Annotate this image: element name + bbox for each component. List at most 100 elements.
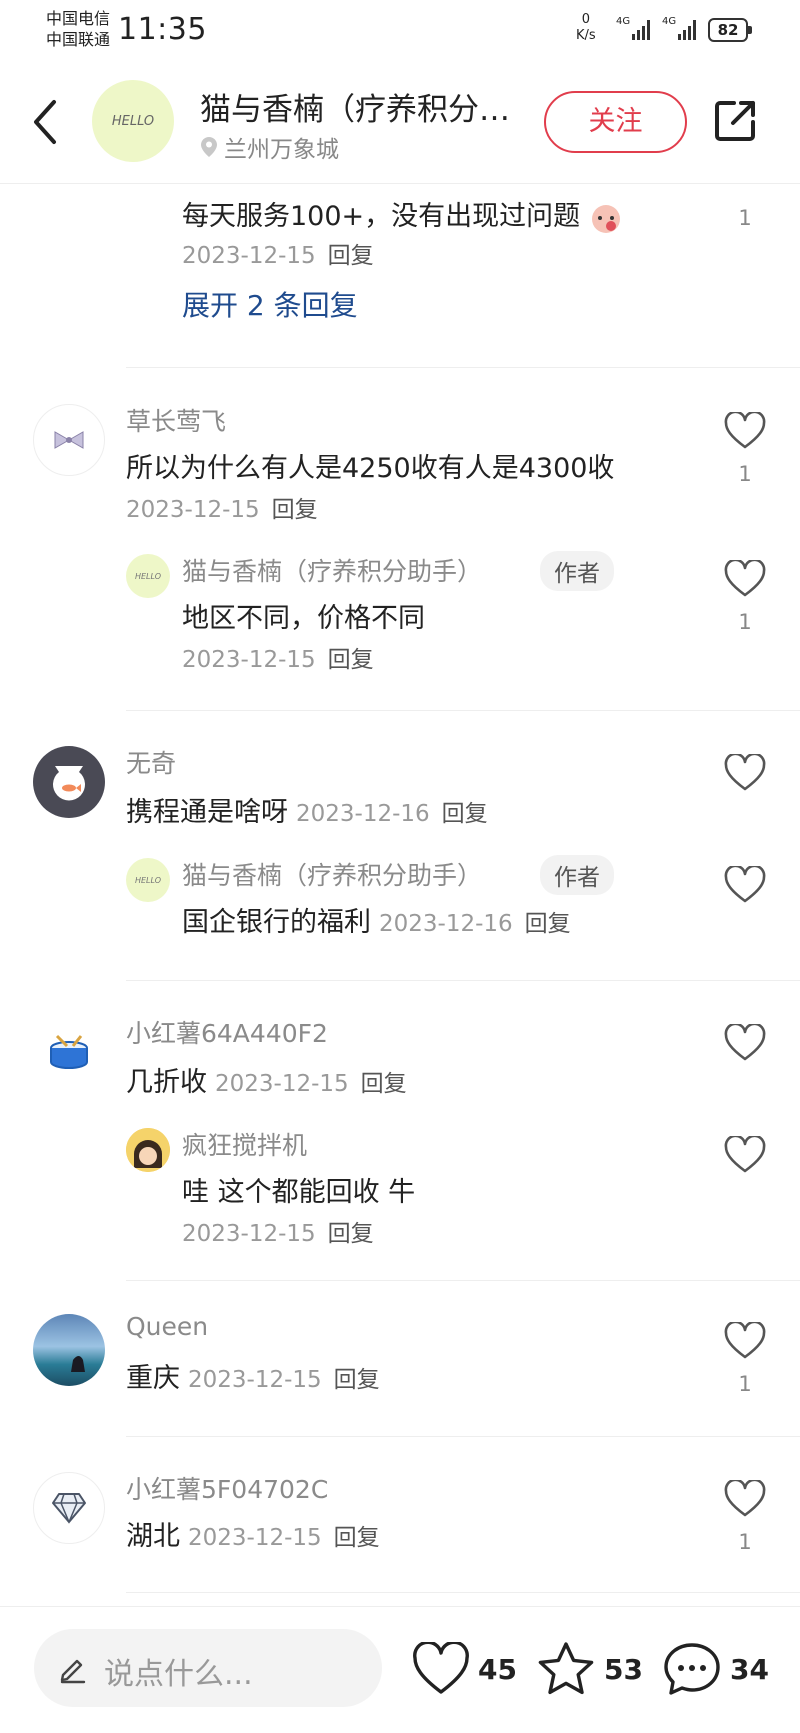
heart-icon[interactable] xyxy=(724,1480,766,1518)
comment-username[interactable]: 无奇 xyxy=(126,744,176,780)
expand-replies-link[interactable]: 展开 2 条回复 xyxy=(182,284,358,324)
reply-date-value: 2023-12-16 xyxy=(379,911,513,937)
comment-username[interactable]: 草长莺飞 xyxy=(126,402,226,438)
comment-text-content: 湖北 xyxy=(126,1521,180,1552)
like-count: 1 xyxy=(738,610,752,634)
reply-text-content: 国企银行的福利 xyxy=(182,907,371,938)
reply-username[interactable]: 猫与香楠（疗养积分助手） xyxy=(182,856,482,892)
like-button[interactable]: 45 xyxy=(412,1637,517,1701)
location-label: 兰州万象城 xyxy=(224,137,339,163)
divider xyxy=(126,710,800,711)
comment-date-value: 2023-12-15 xyxy=(188,1525,322,1551)
reply-link[interactable]: 回复 xyxy=(334,1367,380,1393)
like-count: 1 xyxy=(738,1372,752,1396)
divider xyxy=(126,980,800,981)
divider xyxy=(126,1436,800,1437)
back-arrow-icon[interactable] xyxy=(28,96,64,148)
comment-date: 2023-12-15 回复 xyxy=(182,236,374,270)
comment-text-content: 每天服务100+，没有出现过问题 xyxy=(182,201,581,232)
heart-icon[interactable] xyxy=(724,754,766,792)
user-avatar[interactable] xyxy=(33,1314,105,1386)
share-icon[interactable] xyxy=(712,98,758,144)
heart-icon xyxy=(413,1642,469,1694)
reply-link[interactable]: 回复 xyxy=(525,911,571,937)
like-count-total: 45 xyxy=(478,1652,517,1686)
reply-date-value: 2023-12-15 xyxy=(182,647,316,673)
follow-button[interactable]: 关注 xyxy=(544,91,687,153)
reply-avatar[interactable]: HELLO xyxy=(126,858,170,902)
comment-date-value: 2023-12-15 xyxy=(215,1071,349,1097)
signal-icon-2: 4G xyxy=(662,16,696,40)
divider xyxy=(126,1280,800,1281)
heart-icon[interactable] xyxy=(724,866,766,904)
reply-link[interactable]: 回复 xyxy=(328,243,374,269)
reply-link[interactable]: 回复 xyxy=(334,1525,380,1551)
comment-text: 每天服务100+，没有出现过问题 xyxy=(182,194,623,235)
reply-text: 地区不同，价格不同 xyxy=(182,603,425,634)
comment-button[interactable]: 34 xyxy=(662,1637,769,1701)
reply-link[interactable]: 回复 xyxy=(328,647,374,673)
divider xyxy=(126,1592,800,1593)
reply-link[interactable]: 回复 xyxy=(442,801,488,827)
reply-link[interactable]: 回复 xyxy=(272,497,318,523)
status-bar: 中国电信 中国联通 11:35 0 K/s 4G 4G 82 xyxy=(0,0,800,60)
pencil-icon xyxy=(60,1659,86,1684)
comment-date-value: 2023-12-15 xyxy=(188,1367,322,1393)
heart-icon[interactable] xyxy=(724,1322,766,1360)
user-avatar[interactable] xyxy=(33,404,105,476)
reply-text: 哇 这个都能回收 牛 xyxy=(182,1177,416,1208)
comment-text-content: 几折收 xyxy=(126,1067,207,1098)
heart-icon[interactable] xyxy=(724,1136,766,1174)
comment-list: 每天服务100+，没有出现过问题 2023-12-15 回复 1 展开 2 条回复… xyxy=(0,184,800,1606)
location[interactable]: 兰州万象城 xyxy=(200,130,339,164)
reply-link[interactable]: 回复 xyxy=(328,1221,374,1247)
comment-text: 湖北 2023-12-15 回复 xyxy=(126,1514,380,1553)
like-count: 1 xyxy=(738,462,752,486)
comment-count-total: 34 xyxy=(730,1652,769,1686)
user-avatar[interactable] xyxy=(33,1472,105,1544)
comment-username[interactable]: 小红薯5F04702C xyxy=(126,1470,328,1506)
signal-2-label: 4G xyxy=(662,16,676,27)
reply-avatar[interactable]: HELLO xyxy=(126,554,170,598)
comment-input[interactable]: 说点什么... xyxy=(34,1629,382,1707)
reply-avatar[interactable] xyxy=(126,1128,170,1172)
drum-avatar-icon xyxy=(50,1034,88,1069)
girl-avatar-icon xyxy=(126,1128,170,1172)
heart-icon[interactable] xyxy=(724,560,766,598)
carrier-labels: 中国电信 中国联通 xyxy=(46,8,110,50)
user-avatar[interactable] xyxy=(33,746,105,818)
reply-date: 2023-12-15 回复 xyxy=(182,640,374,674)
fishbowl-avatar-icon xyxy=(53,766,85,801)
comment-text: 携程通是啥呀 2023-12-16 回复 xyxy=(126,790,488,829)
reply-date: 2023-12-15 回复 xyxy=(182,1214,374,1248)
author-avatar[interactable]: HELLO xyxy=(92,80,174,162)
note-header: HELLO 猫与香楠（疗养积分助手） 兰州万象城 关注 xyxy=(0,62,800,184)
reply-text: 国企银行的福利 2023-12-16 回复 xyxy=(182,900,571,939)
reply-username[interactable]: 猫与香楠（疗养积分助手） xyxy=(182,552,482,588)
bottom-action-bar: 说点什么... 45 53 34 xyxy=(0,1606,800,1733)
favorite-button[interactable]: 53 xyxy=(536,1637,643,1701)
comment-date-value: 2023-12-15 xyxy=(182,243,316,269)
heart-icon[interactable] xyxy=(724,412,766,450)
comment-username[interactable]: Queen xyxy=(126,1312,208,1341)
carrier-1: 中国电信 xyxy=(46,9,111,28)
heart-icon[interactable] xyxy=(724,1024,766,1062)
signal-icon: 4G xyxy=(616,16,650,40)
user-avatar[interactable] xyxy=(33,1016,105,1088)
blush-emoji-icon xyxy=(591,204,620,233)
comment-username[interactable]: 小红薯64A440F2 xyxy=(126,1014,328,1050)
bow-avatar-icon xyxy=(54,431,84,449)
diamond-avatar-icon xyxy=(52,1493,86,1524)
comment-text: 重庆 2023-12-15 回复 xyxy=(126,1356,380,1395)
comment-date-value: 2023-12-16 xyxy=(296,801,430,827)
battery-indicator: 82 xyxy=(708,18,752,42)
like-count: 1 xyxy=(738,206,752,230)
net-speed-value: 0 xyxy=(581,12,590,27)
star-icon xyxy=(538,1642,594,1695)
author-name[interactable]: 猫与香楠（疗养积分助手） xyxy=(200,84,510,129)
reply-username[interactable]: 疯狂搅拌机 xyxy=(182,1126,307,1162)
clock: 11:35 xyxy=(118,12,207,47)
reply-link[interactable]: 回复 xyxy=(361,1071,407,1097)
reply-avatar-text: HELLO xyxy=(134,571,162,581)
comment-bubble-icon xyxy=(664,1643,720,1695)
